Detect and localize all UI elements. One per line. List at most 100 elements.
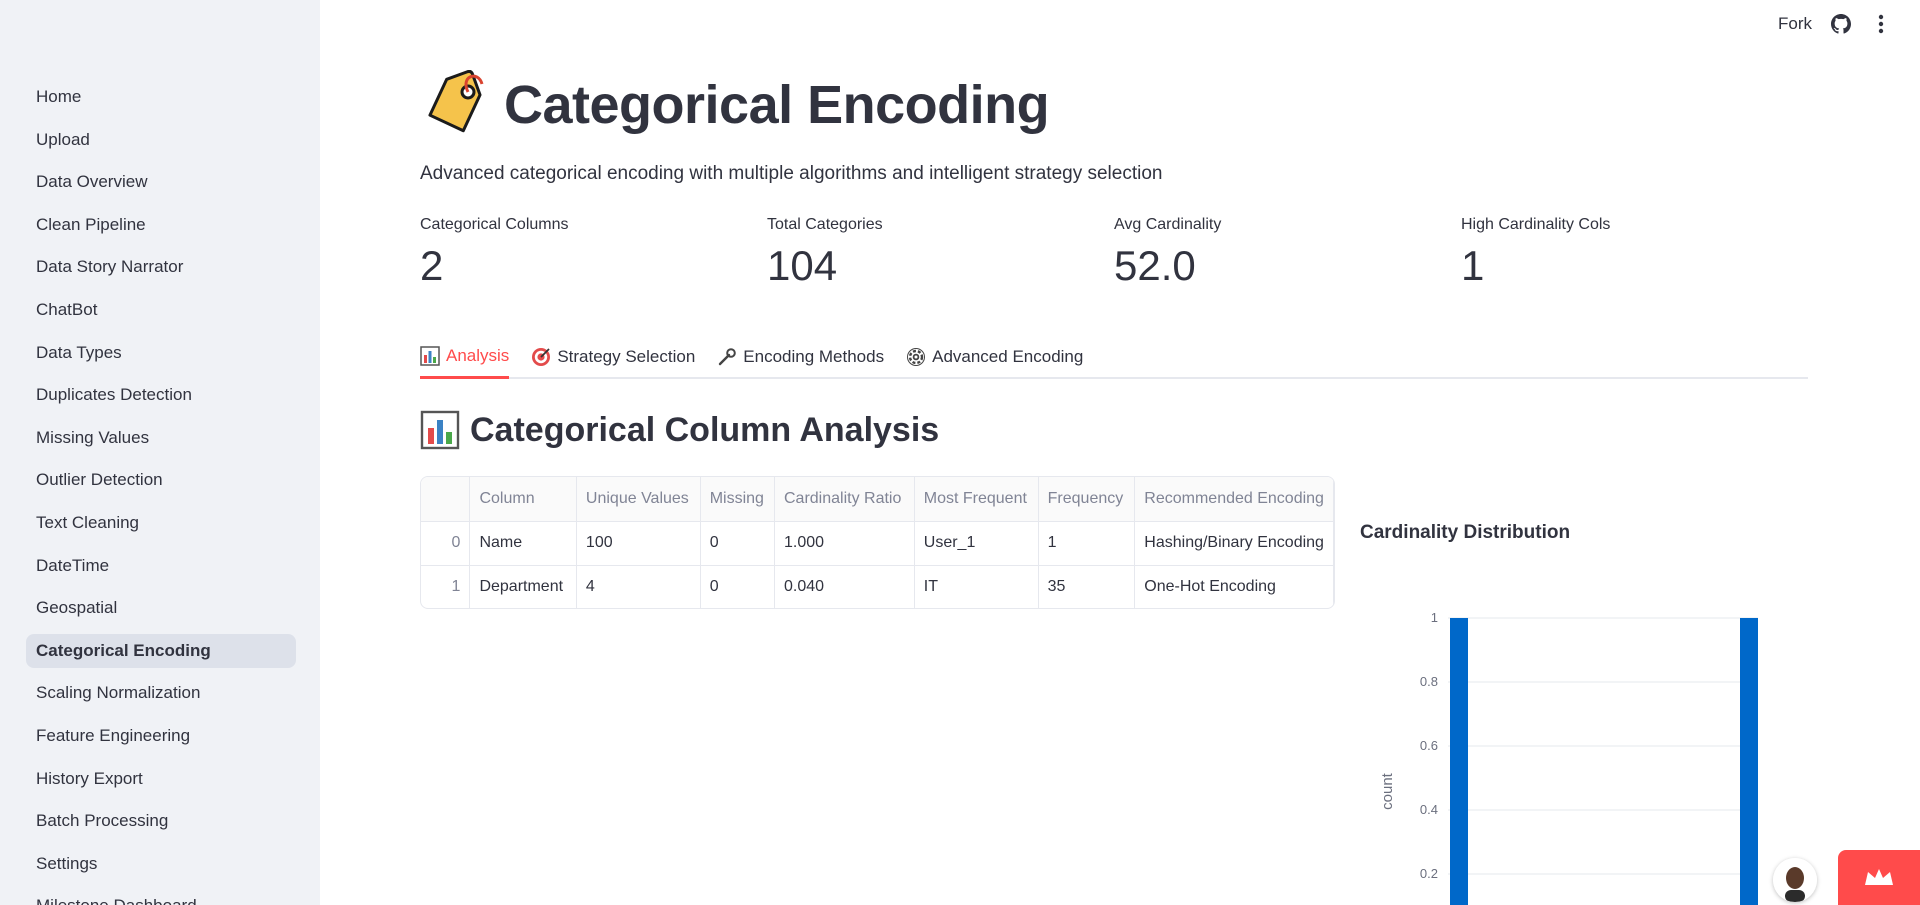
sidebar-item-upload[interactable]: Upload (26, 123, 296, 157)
y-tick-label: 0.4 (1420, 802, 1438, 817)
sidebar-item-feature-engineering[interactable]: Feature Engineering (26, 719, 296, 753)
sidebar-item-batch-processing[interactable]: Batch Processing (26, 804, 296, 838)
tab-label: Advanced Encoding (932, 346, 1084, 366)
sidebar-item-datetime[interactable]: DateTime (26, 549, 296, 583)
top-toolbar: Fork (1778, 0, 1920, 48)
section-header: Categorical Column Analysis (420, 410, 939, 450)
sidebar-item-outlier-detection[interactable]: Outlier Detection (26, 463, 296, 497)
section-title: Categorical Column Analysis (470, 410, 940, 449)
table-cell[interactable]: 0 (700, 565, 775, 608)
sidebar-item-missing-values[interactable]: Missing Values (26, 421, 296, 455)
metric-value: 2 (420, 242, 444, 289)
table-cell[interactable]: 1 (1038, 521, 1136, 566)
page-subtitle: Advanced categorical encoding with multi… (420, 163, 1163, 184)
sidebar-item-scaling-normalization[interactable]: Scaling Normalization (26, 676, 296, 710)
avatar[interactable] (1773, 858, 1817, 902)
metric-label: High Cardinality Cols (1461, 216, 1611, 233)
bar-chart-icon (420, 346, 440, 366)
analysis-table[interactable]: Column Unique Values Missing Cardinality… (420, 476, 1335, 609)
sidebar-item-milestone-dashboard[interactable]: Milestone Dashboard (26, 889, 296, 905)
sidebar-item-geospatial[interactable]: Geospatial (26, 591, 296, 625)
github-icon[interactable] (1830, 13, 1852, 35)
chart-bar (1450, 618, 1468, 905)
metric-label: Categorical Columns (420, 216, 569, 233)
tab-bar: Analysis Strategy Selection Encoding Met… (420, 336, 1808, 379)
fork-button[interactable]: Fork (1778, 14, 1812, 34)
y-tick-label: 0.6 (1420, 738, 1438, 753)
sidebar-item-data-types[interactable]: Data Types (26, 336, 296, 370)
sidebar-item-data-overview[interactable]: Data Overview (26, 165, 296, 199)
sidebar-item-text-cleaning[interactable]: Text Cleaning (26, 506, 296, 540)
table-cell[interactable]: 1.000 (774, 521, 915, 566)
table-cell[interactable]: 0 (421, 521, 471, 566)
sidebar-item-history-export[interactable]: History Export (26, 762, 296, 796)
column-header[interactable]: Most Frequent (914, 477, 1039, 522)
metric-value: 1 (1461, 242, 1485, 289)
metric-high-cardinality-cols: High Cardinality Cols 1 (1461, 216, 1808, 290)
y-axis-label: count (1379, 772, 1396, 810)
metric-value: 52.0 (1114, 242, 1196, 289)
tab-strategy-selection[interactable]: Strategy Selection (531, 336, 695, 377)
table-cell[interactable]: Hashing/Binary Encoding (1134, 521, 1334, 566)
metric-categorical-columns: Categorical Columns 2 (420, 216, 767, 290)
metric-label: Total Categories (767, 216, 883, 233)
sidebar: Home Upload Data Overview Clean Pipeline… (0, 0, 320, 905)
page-header: Categorical Encoding (420, 69, 1050, 140)
tab-analysis[interactable]: Analysis (420, 336, 510, 379)
table-cell[interactable]: 4 (576, 565, 701, 608)
crown-icon (1865, 868, 1893, 885)
table-cell[interactable]: 100 (576, 521, 701, 566)
y-tick-label: 1 (1431, 610, 1438, 625)
column-header[interactable]: Recommended Encoding (1134, 477, 1334, 522)
column-header[interactable]: Unique Values (576, 477, 701, 522)
wrench-icon (717, 347, 737, 367)
sidebar-nav: Home Upload Data Overview Clean Pipeline… (26, 80, 296, 905)
target-icon (531, 347, 551, 367)
bar-chart-icon (420, 410, 460, 450)
table-row: 1 Department 4 0 0.040 IT 35 One-Hot Enc… (421, 565, 1334, 608)
sidebar-item-duplicates-detection[interactable]: Duplicates Detection (26, 378, 296, 412)
column-header[interactable] (421, 477, 471, 522)
label-tag-icon (420, 69, 490, 140)
sidebar-item-clean-pipeline[interactable]: Clean Pipeline (26, 208, 296, 242)
table-cell[interactable]: Department (469, 565, 577, 608)
tab-advanced-encoding[interactable]: Advanced Encoding (906, 336, 1083, 377)
sidebar-item-data-story-narrator[interactable]: Data Story Narrator (26, 250, 296, 284)
column-header[interactable]: Cardinality Ratio (774, 477, 915, 522)
chart-bar (1740, 618, 1758, 905)
column-header[interactable]: Column (469, 477, 577, 522)
sidebar-item-home[interactable]: Home (26, 80, 296, 114)
chart-title: Cardinality Distribution (1360, 522, 1571, 543)
tab-label: Encoding Methods (743, 346, 885, 366)
metric-value: 104 (767, 242, 838, 289)
chart-plot[interactable]: 1 0.8 0.6 0.4 0.2 count (1360, 510, 1820, 905)
table-cell[interactable]: Name (469, 521, 577, 566)
kebab-menu-icon[interactable] (1870, 13, 1892, 35)
table-cell[interactable]: User_1 (914, 521, 1039, 566)
cardinality-chart[interactable]: Cardinality Distribution 1 0.8 0.6 0.4 0.2 co… (1360, 510, 1820, 905)
sidebar-item-categorical-encoding[interactable]: Categorical Encoding (26, 633, 296, 668)
tab-label: Strategy Selection (557, 346, 696, 366)
metrics-row: Categorical Columns 2 Total Categories 1… (420, 216, 1808, 290)
sidebar-item-settings[interactable]: Settings (26, 847, 296, 881)
tab-encoding-methods[interactable]: Encoding Methods (717, 336, 884, 377)
metric-avg-cardinality: Avg Cardinality 52.0 (1114, 216, 1461, 290)
page-title: Categorical Encoding (504, 75, 1050, 135)
table-row: 0 Name 100 0 1.000 User_1 1 Hashing/Bina… (421, 521, 1334, 566)
sidebar-item-chatbot[interactable]: ChatBot (26, 293, 296, 327)
column-header[interactable]: Frequency (1038, 477, 1136, 522)
table-cell[interactable]: 0.040 (774, 565, 915, 608)
table-cell[interactable]: 35 (1038, 565, 1136, 608)
y-tick-label: 0.8 (1420, 674, 1438, 689)
tab-label: Analysis (446, 346, 510, 365)
column-header[interactable]: Missing (700, 477, 775, 522)
y-tick-label: 0.2 (1420, 866, 1438, 881)
table-cell[interactable]: IT (914, 565, 1039, 608)
table-cell[interactable]: One-Hot Encoding (1134, 565, 1334, 608)
gear-icon (906, 347, 926, 367)
table-cell[interactable]: 0 (700, 521, 775, 566)
metric-label: Avg Cardinality (1114, 216, 1222, 233)
table-header-row: Column Unique Values Missing Cardinality… (421, 477, 1334, 522)
table-cell[interactable]: 1 (421, 565, 471, 608)
streamlit-badge[interactable] (1838, 850, 1920, 905)
